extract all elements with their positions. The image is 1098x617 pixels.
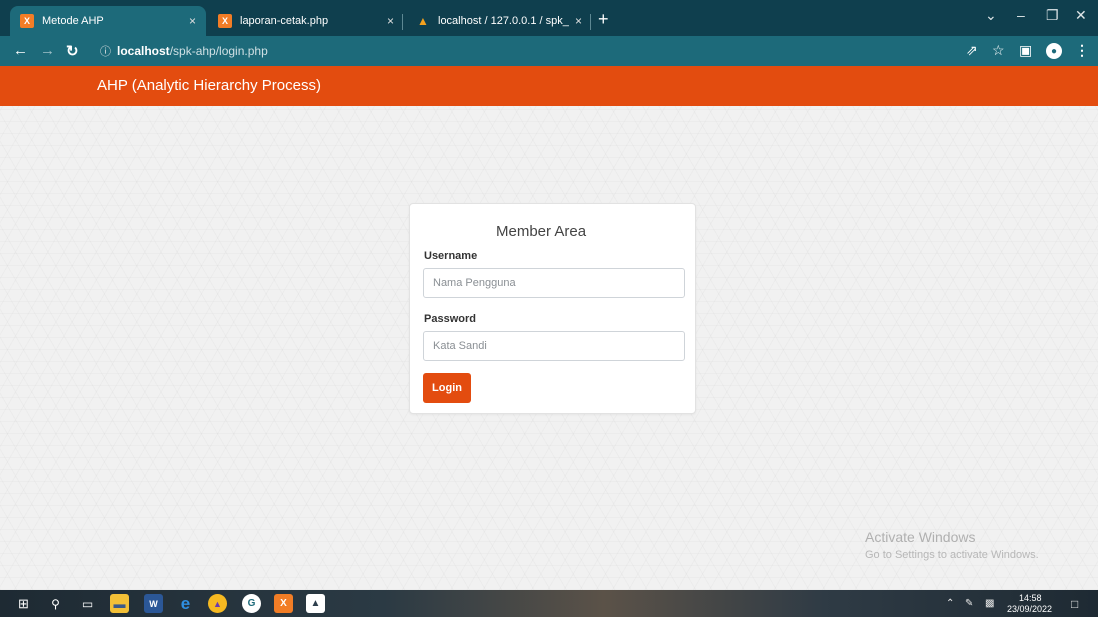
- login-card-title: Member Area: [496, 223, 587, 240]
- menu-icon[interactable]: ⋮: [1075, 42, 1089, 59]
- new-tab-button[interactable]: +: [598, 9, 609, 30]
- close-icon[interactable]: ×: [575, 14, 582, 28]
- windows-start-icon[interactable]: ⊞: [14, 594, 33, 613]
- tab-separator: [590, 14, 591, 30]
- tab-phpmyadmin[interactable]: ▲ localhost / 127.0.0.1 / spk_ahp / ⁄ ×: [406, 6, 592, 36]
- search-icon[interactable]: ⚲: [46, 594, 65, 613]
- login-button[interactable]: Login: [423, 373, 471, 403]
- browser-tab-strip: X Metode AHP × X laporan-cetak.php × ▲ l…: [0, 0, 1098, 36]
- profile-avatar-icon[interactable]: ●: [1046, 43, 1062, 59]
- site-brand[interactable]: AHP (Analytic Hierarchy Process): [97, 77, 321, 94]
- activate-windows-subtitle: Go to Settings to activate Windows.: [865, 549, 1039, 561]
- minimize-icon[interactable]: –: [1017, 7, 1025, 23]
- username-input[interactable]: [423, 268, 685, 298]
- clock-time[interactable]: 14:58: [1019, 593, 1042, 603]
- xampp-icon: X: [218, 14, 232, 28]
- address-bar-row: ← → ↻ ⓘ localhost /spk-ahp/login.php ⇗ ☆…: [0, 36, 1098, 66]
- password-label: Password: [424, 313, 476, 325]
- tab-title: laporan-cetak.php: [240, 15, 329, 27]
- browser-shield-icon[interactable]: ▲: [208, 594, 227, 613]
- bookmark-star-icon[interactable]: ☆: [992, 42, 1005, 59]
- tray-chevron-icon[interactable]: ⌃: [946, 598, 954, 609]
- url-field[interactable]: ⓘ localhost /spk-ahp/login.php: [92, 40, 932, 62]
- side-panel-icon[interactable]: ▣: [1019, 42, 1032, 59]
- tab-title: localhost / 127.0.0.1 / spk_ahp / ⁄: [438, 15, 569, 27]
- username-label: Username: [424, 250, 478, 262]
- tab-metode-ahp[interactable]: X Metode AHP ×: [10, 6, 206, 36]
- clock-date[interactable]: 23/09/2022: [1007, 604, 1052, 614]
- back-icon[interactable]: ←: [13, 42, 28, 59]
- reload-icon[interactable]: ↻: [66, 42, 79, 60]
- url-path: /spk-ahp/login.php: [169, 44, 268, 58]
- site-info-icon[interactable]: ⓘ: [100, 43, 111, 59]
- tab-title: Metode AHP: [42, 15, 104, 27]
- photos-icon[interactable]: ▲: [306, 594, 325, 613]
- xampp-icon[interactable]: X: [274, 594, 293, 613]
- close-icon[interactable]: ×: [189, 14, 196, 28]
- tab-separator: [402, 14, 403, 30]
- touch-keyboard-icon[interactable]: ✎: [965, 598, 973, 609]
- windows-taskbar: ⊞ ⚲ ▭ ▬ W e ▲ G X ▲ ⌃ ✎ ▩ □: [0, 590, 1098, 617]
- notification-icon[interactable]: □: [1071, 597, 1078, 611]
- close-icon[interactable]: ×: [387, 14, 394, 28]
- url-host: localhost: [117, 44, 170, 58]
- password-input[interactable]: [423, 331, 685, 361]
- phpmyadmin-icon: ▲: [417, 14, 429, 28]
- tab-laporan-cetak[interactable]: X laporan-cetak.php ×: [208, 6, 404, 36]
- task-view-icon[interactable]: ▭: [78, 594, 97, 613]
- main-content: Member Area Username Password Login Acti…: [0, 106, 1098, 590]
- activate-windows-title: Activate Windows: [865, 529, 976, 545]
- edge-icon[interactable]: e: [176, 594, 195, 613]
- share-icon[interactable]: ⇗: [966, 42, 978, 59]
- xampp-icon: X: [20, 14, 34, 28]
- restore-icon[interactable]: ❐: [1046, 7, 1059, 24]
- login-card: Member Area Username Password Login: [409, 203, 696, 414]
- word-icon[interactable]: W: [144, 594, 163, 613]
- chrome-icon[interactable]: G: [242, 594, 261, 613]
- window-close-icon[interactable]: ✕: [1075, 7, 1087, 24]
- site-navbar: AHP (Analytic Hierarchy Process): [0, 66, 1098, 106]
- tab-search-icon[interactable]: ⌄: [985, 7, 997, 24]
- forward-icon[interactable]: →: [40, 42, 55, 59]
- file-explorer-icon[interactable]: ▬: [110, 594, 129, 613]
- battery-icon[interactable]: ▩: [985, 598, 994, 609]
